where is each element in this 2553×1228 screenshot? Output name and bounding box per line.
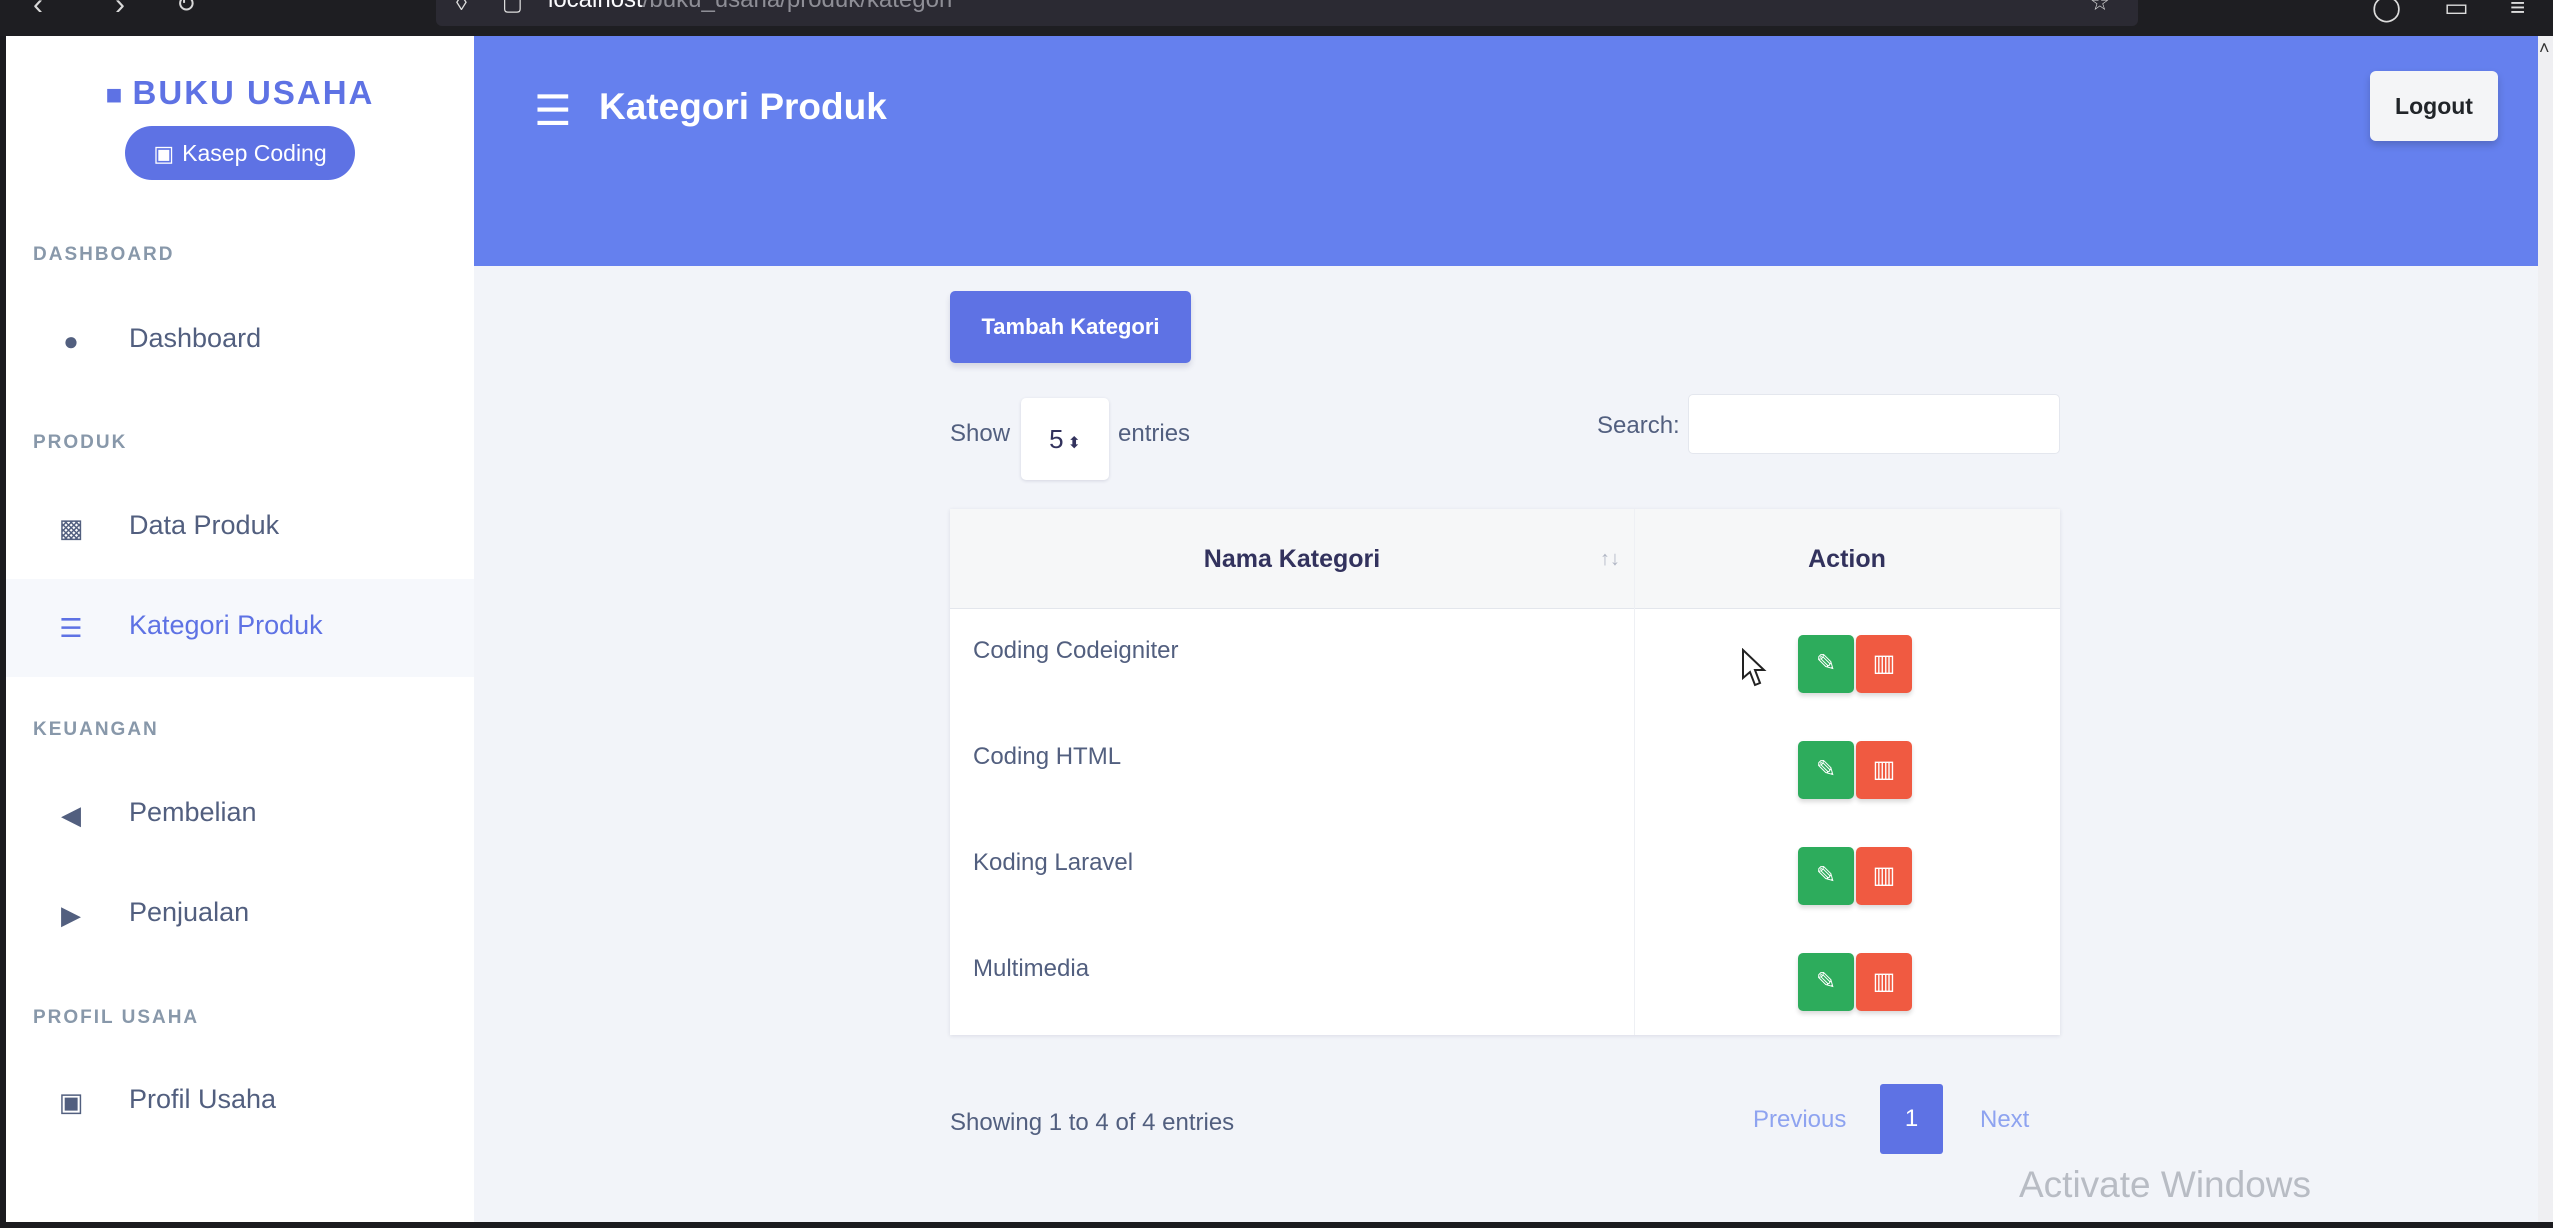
category-name: Coding HTML [973,743,1122,770]
url-path: /buku_usaha/produk/kategori [643,0,953,13]
table-header: Nama Kategori ↑↓ Action [950,509,2060,609]
section-keuangan: KEUANGAN [33,719,159,740]
page-title: Kategori Produk [599,86,887,127]
entries-label: entries [1118,420,1191,447]
delete-button[interactable]: ▥ [1856,847,1912,905]
flame-icon: ● [63,326,79,356]
category-name: Multimedia [973,955,1090,982]
edit-button[interactable]: ✎ [1798,953,1854,1011]
page-viewport: ■ BUKU USAHA ▣ Kasep Coding DASHBOARD ● Da… [6,36,2538,1222]
scroll-up-icon[interactable]: ˄ [2539,38,2550,59]
table-info: Showing 1 to 4 of 4 entries [950,1109,1235,1136]
sort-icon[interactable]: ↑↓ [1600,509,1620,609]
sidebar-item-label: Kategori Produk [129,610,323,640]
brand-title: BUKU USAHA [132,74,375,111]
section-produk: PRODUK [33,432,128,453]
menu-icon[interactable]: ≡ [2510,0,2525,23]
page-header: ☰ Kategori Produk Logout [474,36,2538,266]
delete-button[interactable]: ▥ [1856,741,1912,799]
browser-toolbar: ‹ › ↻ ◊ ▢ localhost/buku_usaha/produk/ka… [0,0,2553,36]
category-table: Nama Kategori ↑↓ Action Coding Codeignit… [950,509,2060,1035]
reload-icon[interactable]: ↻ [166,0,206,22]
account-icon[interactable]: ◯ [2372,0,2401,23]
circle-arrow-right-icon: ▶ [61,900,81,930]
sidebar-item-penjualan[interactable]: ▶ Penjualan [6,866,474,964]
edit-icon: ✎ [1815,968,1837,995]
sidebar-item-label: Data Produk [129,510,280,540]
vertical-scrollbar[interactable]: ˄ [2538,36,2553,1222]
sort-updown-icon: ⬍ [1067,435,1081,452]
sidebar-item-label: Pembelian [129,797,257,827]
section-profil-usaha: PROFIL USAHA [33,1007,200,1028]
hamburger-icon[interactable]: ☰ [534,86,572,135]
search-label: Search: [1597,412,1680,439]
store-name: Kasep Coding [182,140,327,166]
sidebar-item-dashboard[interactable]: ● Dashboard [6,292,474,390]
edit-button[interactable]: ✎ [1798,847,1854,905]
trash-icon: ▥ [1872,968,1896,995]
forward-icon[interactable]: › [100,0,140,22]
page-length-value: 5 [1049,424,1064,454]
show-label: Show [950,420,1011,447]
mouse-cursor-icon [1742,648,1767,687]
edit-icon: ✎ [1815,650,1837,677]
delete-button[interactable]: ▥ [1856,635,1912,693]
table-row: Coding Codeigniter ✎ ▥ [950,609,2060,715]
delete-button[interactable]: ▥ [1856,953,1912,1011]
store-icon: ▣ [58,1087,84,1117]
back-icon[interactable]: ‹ [18,0,58,22]
page-length-select[interactable]: 5 ⬍ [1021,398,1109,480]
circle-arrow-left-icon: ◀ [61,800,81,830]
category-name: Koding Laravel [973,849,1134,876]
sidebar-item-pembelian[interactable]: ◀ Pembelian [6,766,474,864]
brand[interactable]: ■ BUKU USAHA [6,74,474,112]
edit-button[interactable]: ✎ [1798,635,1854,693]
store-badge[interactable]: ▣ Kasep Coding [125,126,355,180]
table-row: Multimedia ✎ ▥ [950,927,2060,1033]
table-row: Coding HTML ✎ ▥ [950,715,2060,821]
edit-button[interactable]: ✎ [1798,741,1854,799]
pagination-next[interactable]: Next [1980,1106,2029,1134]
boxes-icon: ▩ [58,513,84,543]
book-icon: ■ [105,79,125,110]
sidebar-item-kategori-produk[interactable]: ☰ Kategori Produk [6,579,474,677]
edit-icon: ✎ [1815,756,1837,783]
sidebar-item-data-produk[interactable]: ▩ Data Produk [6,479,474,577]
column-header-nama-kategori[interactable]: Nama Kategori [950,509,1634,609]
section-dashboard: DASHBOARD [33,244,175,265]
sidebar: ■ BUKU USAHA ▣ Kasep Coding DASHBOARD ● Da… [6,36,474,1222]
extensions-icon[interactable]: ▭ [2444,0,2469,23]
trash-icon: ▥ [1872,756,1896,783]
sidebar-item-label: Profil Usaha [129,1084,277,1114]
url-host: localhost [548,0,643,13]
shield-icon: ◊ [456,0,467,15]
sidebar-item-label: Penjualan [129,897,250,927]
url-text: localhost/buku_usaha/produk/kategori [548,0,952,14]
category-name: Coding Codeigniter [973,637,1179,664]
pagination-previous[interactable]: Previous [1753,1106,1846,1134]
add-category-button[interactable]: Tambah Kategori [950,291,1191,363]
sidebar-item-profil-usaha[interactable]: ▣ Profil Usaha [6,1053,474,1151]
table-row: Koding Laravel ✎ ▥ [950,821,2060,927]
activate-windows-watermark: Activate Windows [2019,1164,2311,1205]
pagination-page-1[interactable]: 1 [1880,1084,1943,1154]
bookmark-icon[interactable]: ☆ [2090,0,2110,16]
trash-icon: ▥ [1872,862,1896,889]
logout-button[interactable]: Logout [2370,71,2498,141]
search-input[interactable] [1688,394,2060,454]
list-icon: ☰ [59,613,83,643]
column-header-action: Action [1808,545,1886,573]
page-info-icon: ▢ [502,0,523,15]
trash-icon: ▥ [1872,650,1896,677]
edit-icon: ✎ [1815,862,1837,889]
store-icon: ▣ [153,141,175,166]
sidebar-item-label: Dashboard [129,323,262,353]
address-bar[interactable]: ◊ ▢ localhost/buku_usaha/produk/kategori… [436,0,2138,26]
